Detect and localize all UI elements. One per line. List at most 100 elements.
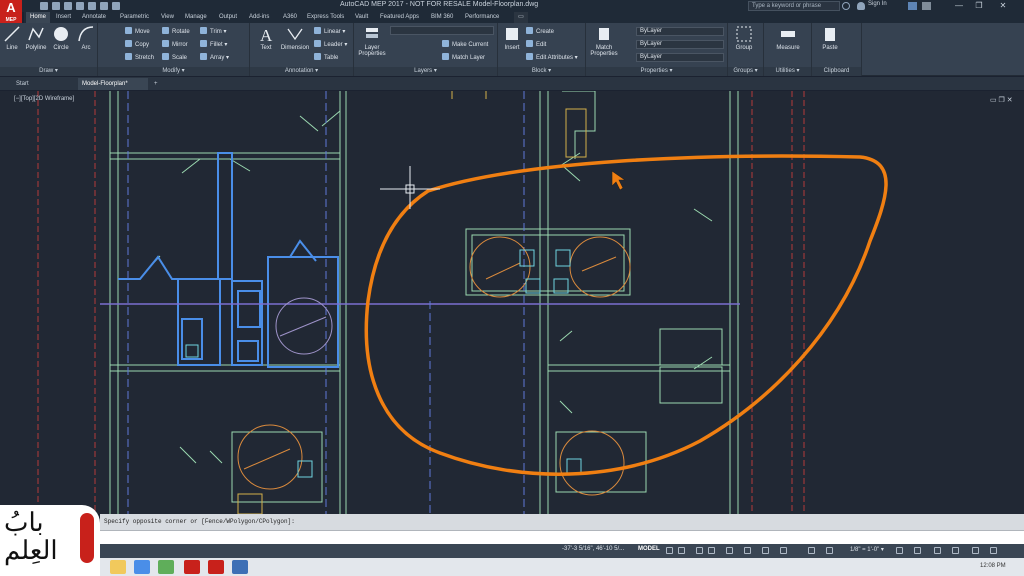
file-tab-model-floorplan[interactable]: Model-Floorplan* [78, 78, 148, 90]
ortho-icon[interactable] [696, 547, 703, 554]
save-icon[interactable] [64, 2, 72, 10]
tab-parametric[interactable]: Parametric [120, 12, 149, 23]
autocad-taskbar-icon[interactable] [184, 560, 200, 574]
panel-draw-title[interactable]: Draw ▾ [0, 67, 97, 76]
customization-menu-icon[interactable] [990, 547, 997, 554]
tab-a360[interactable]: A360 [283, 12, 297, 23]
ribbon-minimize-icon[interactable]: ▭ [514, 12, 528, 23]
tab-vault[interactable]: Vault [355, 12, 368, 23]
viewport-window-controls[interactable]: ▭ ❐ ✕ [990, 96, 1013, 104]
tab-express-tools[interactable]: Express Tools [307, 12, 344, 23]
clean-screen-icon[interactable] [972, 547, 979, 554]
isolate-objects-icon[interactable] [934, 547, 941, 554]
model-space-button[interactable]: MODEL [638, 546, 660, 552]
tab-home[interactable]: Home [26, 12, 50, 23]
tab-featured-apps[interactable]: Featured Apps [380, 12, 419, 23]
viewport-controls[interactable]: [−][Top][2D Wireframe] [14, 96, 74, 102]
paste-button[interactable]: Paste [818, 25, 842, 51]
sign-in-link[interactable]: Sign In [868, 1, 887, 7]
save-as-icon[interactable] [76, 2, 84, 10]
text-button[interactable]: A Text [254, 25, 278, 51]
autodesk-app-icon[interactable] [232, 560, 248, 574]
panel-modify-title[interactable]: Modify ▾ [98, 67, 249, 76]
linetype-dropdown[interactable]: ByLayer [636, 40, 724, 49]
autocad-taskbar-icon-2[interactable] [208, 560, 224, 574]
leader-button[interactable]: Leader ▾ [314, 40, 347, 50]
line-button[interactable]: Line [0, 25, 24, 51]
search-icon[interactable] [842, 2, 850, 10]
undo-icon[interactable] [100, 2, 108, 10]
workspace-gear-icon[interactable] [896, 547, 903, 554]
panel-utilities-title[interactable]: Utilities ▾ [764, 67, 811, 76]
otrack-icon[interactable] [744, 547, 751, 554]
grid-icon[interactable] [666, 547, 673, 554]
insert-button[interactable]: Insert [500, 25, 524, 51]
rotate-button[interactable]: Rotate [162, 27, 190, 37]
circle-button[interactable]: Circle [49, 25, 73, 51]
arc-button[interactable]: Arc [74, 25, 98, 51]
table-button[interactable]: Table [314, 53, 338, 63]
snap-icon[interactable] [678, 547, 685, 554]
scale-button[interactable]: Scale [162, 53, 187, 63]
mirror-button[interactable]: Mirror [162, 40, 188, 50]
osnap-icon[interactable] [726, 547, 733, 554]
tab-add-ins[interactable]: Add-ins [249, 12, 269, 23]
tab-output[interactable]: Output [219, 12, 237, 23]
linear-dimension-button[interactable]: Linear ▾ [314, 27, 345, 37]
polyline-button[interactable]: Polyline [24, 25, 48, 51]
tab-bim-360[interactable]: BIM 360 [431, 12, 453, 23]
open-icon[interactable] [52, 2, 60, 10]
annotation-monitor-icon[interactable] [914, 547, 921, 554]
transparency-icon[interactable] [780, 547, 787, 554]
coordinate-readout[interactable]: -37'-3 5/16", 46'-10 5/... [562, 546, 624, 552]
exchange-icon[interactable] [908, 2, 917, 10]
user-icon[interactable] [857, 2, 865, 10]
hardware-acceleration-icon[interactable] [952, 547, 959, 554]
match-properties-button[interactable]: Match Properties [588, 25, 620, 57]
fillet-button[interactable]: Fillet ▾ [200, 40, 227, 50]
trim-button[interactable]: Trim ▾ [200, 27, 226, 37]
edit-block-button[interactable]: Edit [526, 40, 546, 50]
polar-icon[interactable] [708, 547, 715, 554]
file-tab-start[interactable]: Start [12, 78, 72, 90]
annotation-scale-dropdown[interactable]: 1/8" = 1'-0" ▾ [850, 546, 884, 553]
panel-layers-title[interactable]: Layers ▾ [354, 67, 497, 76]
array-button[interactable]: Array ▾ [200, 53, 229, 63]
print-icon[interactable] [88, 2, 96, 10]
file-explorer-icon[interactable] [110, 560, 126, 574]
lineweight-icon[interactable] [762, 547, 769, 554]
create-block-button[interactable]: Create [526, 27, 554, 37]
new-tab-button[interactable]: + [151, 78, 165, 90]
tab-annotate[interactable]: Annotate [82, 12, 106, 23]
match-layer-button[interactable]: Match Layer [442, 53, 485, 63]
panel-clipboard-title[interactable]: Clipboard [812, 67, 861, 76]
tab-performance[interactable]: Performance [465, 12, 499, 23]
group-button[interactable]: Group [732, 25, 756, 51]
stretch-button[interactable]: Stretch [125, 53, 154, 63]
close-button[interactable]: ✕ [996, 1, 1010, 11]
redo-icon[interactable] [112, 2, 120, 10]
dimension-button[interactable]: Dimension [280, 25, 310, 51]
make-current-button[interactable]: Make Current [442, 40, 488, 50]
restore-button[interactable]: ❐ [972, 1, 986, 11]
panel-annotation-title[interactable]: Annotation ▾ [250, 67, 353, 76]
panel-block-title[interactable]: Block ▾ [498, 67, 585, 76]
panel-groups-title[interactable]: Groups ▾ [728, 67, 763, 76]
color-dropdown[interactable]: ByLayer [636, 27, 724, 36]
edit-attributes-button[interactable]: Edit Attributes ▾ [526, 53, 578, 63]
search-input[interactable]: Type a keyword or phrase [748, 1, 840, 11]
help-icon[interactable] [922, 2, 931, 10]
browser-icon[interactable] [134, 560, 150, 574]
tab-manage[interactable]: Manage [185, 12, 207, 23]
tab-view[interactable]: View [161, 12, 174, 23]
move-button[interactable]: Move [125, 27, 150, 37]
tab-insert[interactable]: Insert [56, 12, 71, 23]
minimize-button[interactable]: — [952, 1, 966, 11]
drawing-canvas[interactable]: [−][Top][2D Wireframe] ▭ ❐ ✕ [0, 91, 1024, 514]
command-input[interactable] [100, 530, 1024, 544]
panel-properties-title[interactable]: Properties ▾ [586, 67, 727, 76]
copy-button[interactable]: Copy [125, 40, 149, 50]
layer-properties-button[interactable]: Layer Properties [356, 25, 388, 57]
new-icon[interactable] [40, 2, 48, 10]
selection-cycling-icon[interactable] [808, 547, 815, 554]
